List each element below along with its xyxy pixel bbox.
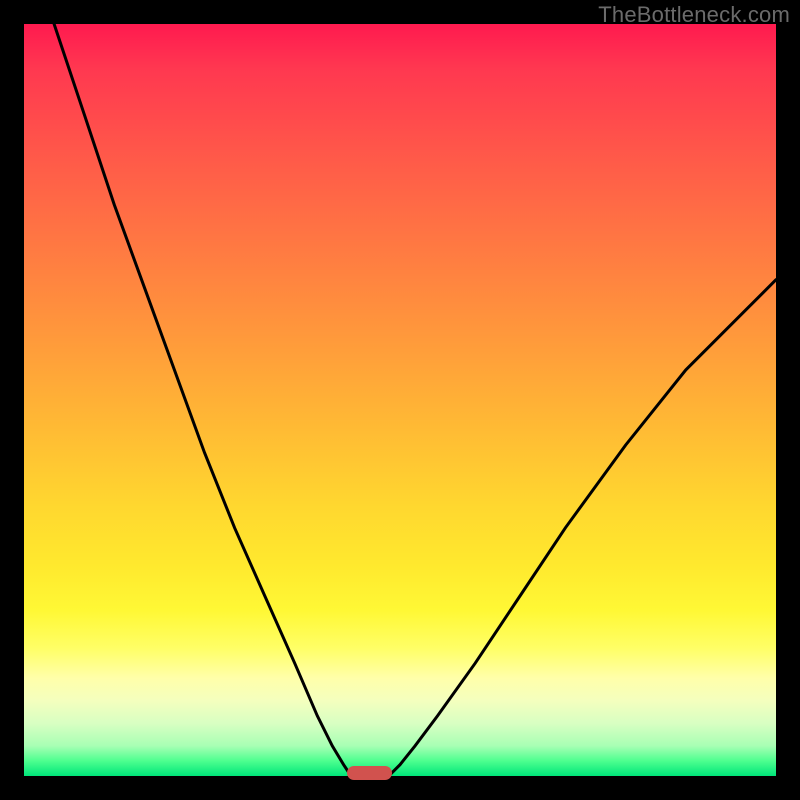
curve-left-branch <box>54 24 351 776</box>
minimum-marker <box>347 766 392 780</box>
watermark-text: TheBottleneck.com <box>598 2 790 28</box>
bottleneck-curve <box>24 24 776 776</box>
curve-right-branch <box>389 280 776 776</box>
